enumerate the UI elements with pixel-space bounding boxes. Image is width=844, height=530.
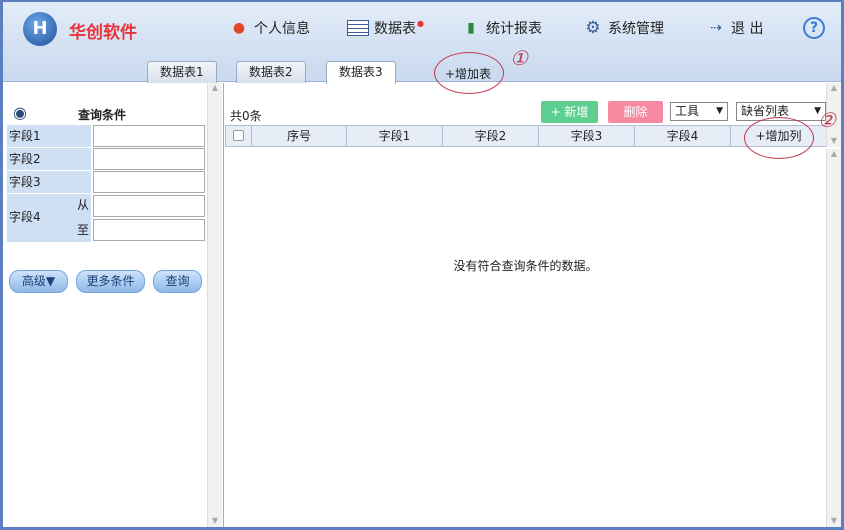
chevron-down-icon: ▼ xyxy=(716,106,723,116)
tab-table3[interactable]: 数据表3 xyxy=(326,61,396,84)
field1-input[interactable] xyxy=(93,125,205,147)
search-button[interactable]: 查询 xyxy=(153,270,202,293)
column-header[interactable]: 字段1 xyxy=(347,126,443,146)
nav-label: 个人信息 xyxy=(254,21,310,37)
select-all-checkbox[interactable] xyxy=(226,126,252,146)
tab-table2[interactable]: 数据表2 xyxy=(236,61,306,83)
delete-button[interactable]: 删除 xyxy=(608,101,663,123)
table-icon xyxy=(347,20,369,36)
annotation-1: ① xyxy=(510,46,528,70)
query-title: 查询条件 xyxy=(78,108,127,122)
field4-to-input[interactable] xyxy=(93,219,205,241)
to-label: 至 xyxy=(77,223,90,237)
logo-icon: H xyxy=(23,12,57,46)
nav-reports[interactable]: ▮ 统计报表 xyxy=(461,18,542,38)
more-conditions-button[interactable]: 更多条件 xyxy=(76,270,145,293)
logout-icon: ⇢ xyxy=(710,20,722,36)
eye-icon[interactable]: ◉ xyxy=(13,103,27,122)
grid-scrollbar[interactable]: ▲ ▼ xyxy=(826,149,841,527)
column-header[interactable]: 字段3 xyxy=(539,126,635,146)
brand-name: 华创软件 xyxy=(69,23,137,43)
field2-input[interactable] xyxy=(93,148,205,170)
nav-label: 退 出 xyxy=(731,21,764,37)
nav-datatable[interactable]: 数据表 ● xyxy=(347,18,424,38)
annotation-circle xyxy=(434,52,504,94)
app-window: H 华创软件 ● 个人信息 数据表 ● ▮ 统计报表 ⚙ 系统管理 ⇢ 退 出 ? 数据表… xyxy=(0,0,844,530)
tools-select[interactable]: 工具 ▼ xyxy=(670,102,728,121)
annotation-circle xyxy=(744,117,814,159)
field-label: 字段2 xyxy=(7,148,91,170)
nav-label: 统计报表 xyxy=(486,21,542,37)
nav-logout[interactable]: ⇢ 退 出 xyxy=(706,18,763,38)
field4-from-input[interactable] xyxy=(93,195,205,217)
notification-dot-icon: ● xyxy=(417,18,424,28)
tools-value: 工具 xyxy=(675,104,700,118)
add-button[interactable]: + 新增 xyxy=(541,101,598,123)
user-icon: ● xyxy=(232,20,246,36)
view-value: 缺省列表 xyxy=(741,104,790,118)
table-header: 序号 字段1 字段2 字段3 字段4 +增加列 xyxy=(225,125,827,147)
column-header[interactable]: 序号 xyxy=(252,126,347,146)
gear-icon: ⚙ xyxy=(585,18,601,38)
nav-label: 系统管理 xyxy=(608,21,664,37)
record-count: 共0条 xyxy=(230,109,262,123)
annotation-2: ② xyxy=(818,108,836,132)
help-icon[interactable]: ? xyxy=(803,17,825,39)
field3-input[interactable] xyxy=(93,171,205,193)
advanced-button[interactable]: 高级▼ xyxy=(9,270,68,293)
tab-table1[interactable]: 数据表1 xyxy=(147,61,217,83)
chart-icon: ▮ xyxy=(467,20,475,36)
column-header[interactable]: 字段4 xyxy=(635,126,731,146)
query-panel: ◉ 查询条件 字段1 字段2 字段3 字段4 从 至 高级▼ 更多条件 查询 xyxy=(3,83,207,527)
header: H 华创软件 ● 个人信息 数据表 ● ▮ 统计报表 ⚙ 系统管理 ⇢ 退 出 ? 数据表… xyxy=(3,2,841,84)
field-label: 字段1 xyxy=(7,125,91,147)
grid-panel: 共0条 + 新增 删除 工具 ▼ 缺省列表 ▼ 序号 字段1 字段2 字段3 字段4… xyxy=(223,83,827,527)
from-label: 从 xyxy=(77,198,90,212)
left-scrollbar[interactable]: ▲ ▼ xyxy=(207,83,222,527)
field-label: 字段3 xyxy=(7,171,91,193)
nav-system[interactable]: ⚙ 系统管理 xyxy=(583,18,664,38)
column-header[interactable]: 字段2 xyxy=(443,126,539,146)
empty-message: 没有符合查询条件的数据。 xyxy=(453,259,598,273)
nav-profile[interactable]: ● 个人信息 xyxy=(229,18,310,38)
nav-label: 数据表 xyxy=(374,21,416,37)
